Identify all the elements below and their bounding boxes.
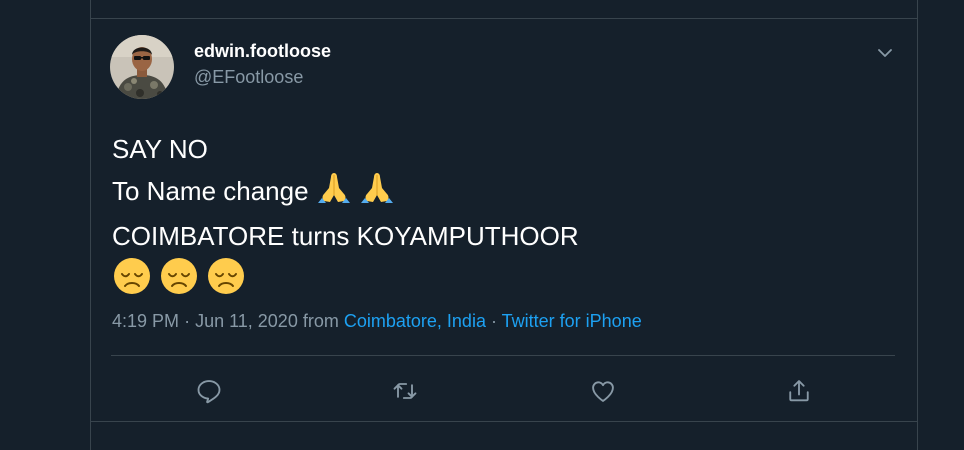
tweet-text: SAY NO To Name change COIMBATORE turns K… <box>112 129 892 307</box>
avatar[interactable] <box>110 35 174 99</box>
tweet-line: SAY NO <box>112 134 208 164</box>
tweet-date[interactable]: Jun 11, 2020 <box>195 311 298 331</box>
like-icon[interactable] <box>589 377 617 405</box>
avatar-image <box>110 35 174 99</box>
from-label: from <box>302 311 339 331</box>
tweet-line-emojis <box>112 257 892 307</box>
tweet-metadata: 4:19 PM · Jun 11, 2020 from Coimbatore, … <box>112 311 642 332</box>
divider <box>111 355 895 356</box>
tweet-card[interactable]: edwin.footloose @EFootloose SAY NO To Na… <box>90 18 918 422</box>
disappointed-face-icon <box>206 257 246 307</box>
reply-icon[interactable] <box>195 377 223 405</box>
timeline: edwin.footloose @EFootloose SAY NO To Na… <box>0 0 964 450</box>
separator: · <box>184 311 191 331</box>
display-name[interactable]: edwin.footloose <box>194 41 331 62</box>
previous-tweet-card <box>90 0 918 19</box>
location-link[interactable]: Coimbatore, India <box>344 311 486 331</box>
tweet-line-text: To Name change <box>112 175 309 206</box>
separator: · <box>490 311 497 331</box>
disappointed-face-icon <box>112 257 152 307</box>
source-link[interactable]: Twitter for iPhone <box>502 311 642 331</box>
tweet-line: COIMBATORE turns KOYAMPUTHOOR <box>112 221 579 251</box>
retweet-icon[interactable] <box>391 377 419 405</box>
action-bar <box>91 369 919 409</box>
folded-hands-icon <box>359 170 395 216</box>
next-tweet-card <box>90 421 918 450</box>
folded-hands-icon <box>316 170 352 216</box>
share-icon[interactable] <box>785 377 813 405</box>
tweet-line: To Name change <box>112 170 892 216</box>
chevron-down-icon[interactable] <box>875 43 895 63</box>
tweet-time[interactable]: 4:19 PM <box>112 311 179 331</box>
user-handle[interactable]: @EFootloose <box>194 67 303 88</box>
disappointed-face-icon <box>159 257 199 307</box>
